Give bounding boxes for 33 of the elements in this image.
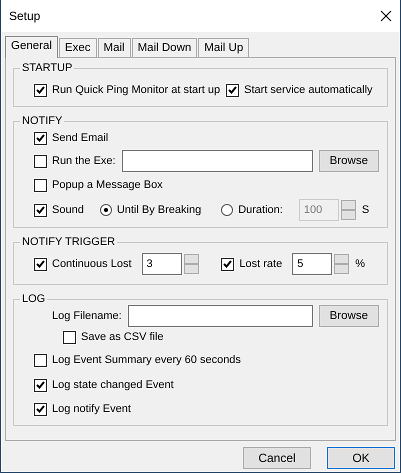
checkbox-label: Log state changed Event [52, 378, 174, 393]
checkbox-label: Log notify Event [52, 402, 131, 417]
checkbox-label: Sound [52, 202, 84, 218]
dialog-button[interactable]: Cancel [243, 447, 311, 469]
browse-button[interactable]: Browse [318, 305, 379, 327]
checkbox-label: Run the Exe: [52, 154, 116, 169]
tab[interactable]: Exec [58, 38, 96, 57]
checkbox-label: Log Event Summary every 60 seconds [52, 352, 241, 368]
tab[interactable]: Mail [98, 38, 131, 57]
field-label: % [355, 256, 365, 272]
dialog-button[interactable]: OK [327, 447, 395, 469]
tab[interactable]: Mail Up [198, 38, 250, 57]
group-title: STARTUP [21, 62, 74, 74]
browse-button[interactable]: Browse [318, 150, 379, 172]
tab[interactable]: Mail Down [132, 38, 198, 57]
checkbox-label: Run Quick Ping Monitor at start up [52, 82, 220, 98]
checkbox-label: Send Email [52, 130, 108, 146]
field-label: S [362, 202, 370, 218]
checkbox-label: Popup a Message Box [52, 178, 163, 193]
spinner-field[interactable]: 5 [292, 253, 332, 275]
tab[interactable]: General [5, 36, 58, 58]
group-title: LOG [21, 293, 46, 305]
spinner-field[interactable]: 3 [142, 253, 182, 275]
group-title: NOTIFY [21, 115, 64, 127]
checkbox-label: Lost rate [239, 256, 282, 272]
checkbox-label: Start service automatically [244, 82, 373, 98]
radio-label: Until By Breaking [116, 202, 202, 218]
radio-label: Duration: [238, 202, 283, 218]
checkbox-label: Continuous Lost [52, 256, 132, 272]
window-title: Setup [9, 8, 40, 25]
group-title: NOTIFY TRIGGER [21, 236, 116, 248]
field-label: Log Filename: [52, 308, 122, 324]
checkbox-label: Save as CSV file [81, 330, 164, 345]
